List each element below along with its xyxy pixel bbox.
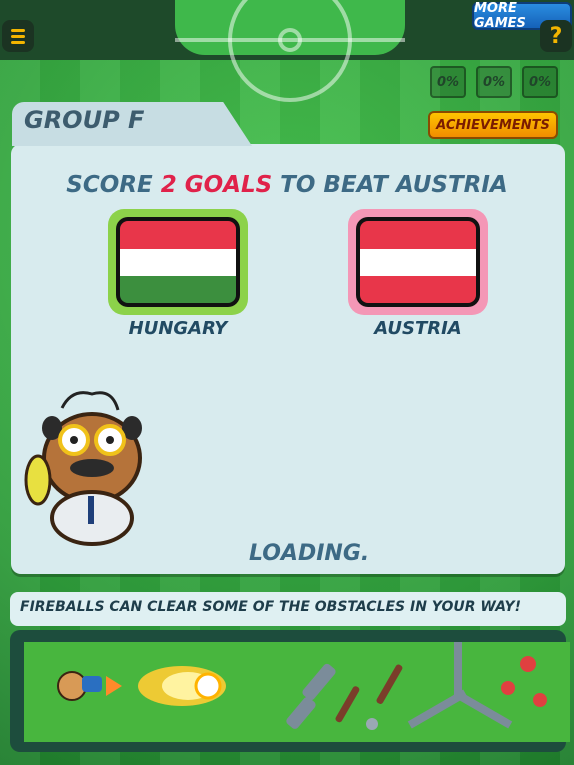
away-team-name: AUSTRIA	[374, 318, 462, 339]
austria-flag	[348, 209, 488, 315]
home-team-name: HUNGARY	[128, 318, 228, 339]
tip-text: FIREBALLS CAN CLEAR SOME OF THE OBSTACLE…	[20, 599, 522, 615]
flag-stripe-2	[120, 249, 236, 276]
progress-stat-2: 0%	[476, 66, 512, 98]
player-icon	[57, 671, 122, 701]
group-title: GROUP F	[24, 106, 145, 134]
coach-mascot-icon	[24, 391, 142, 546]
objective-goals: 2 GOALS	[160, 172, 273, 198]
tip-illustration	[57, 642, 547, 730]
progress-stat-1: 0%	[430, 66, 466, 98]
fireball-icon	[138, 666, 226, 706]
help-button[interactable]: ?	[540, 20, 572, 52]
loading-status: LOADING.	[249, 541, 370, 566]
flag-stripe-3	[360, 276, 476, 303]
hungary-flag	[108, 209, 248, 315]
progress-stat-3: 0%	[522, 66, 558, 98]
flag-stripe-3	[120, 276, 236, 303]
flag-stripe-1	[360, 221, 476, 249]
achievements-button[interactable]: ACHIEVEMENTS	[428, 111, 558, 139]
objective-suffix: TO BEAT AUSTRIA	[272, 172, 508, 198]
hamburger-icon	[11, 28, 25, 32]
objective-prefix: SCORE	[66, 172, 161, 198]
flag-stripe-1	[120, 221, 236, 249]
flag-stripe-2	[360, 249, 476, 276]
obstacle-icons	[286, 642, 547, 730]
match-objective: SCORE 2 GOALS TO BEAT AUSTRIA	[0, 172, 574, 198]
menu-button[interactable]	[2, 20, 34, 52]
